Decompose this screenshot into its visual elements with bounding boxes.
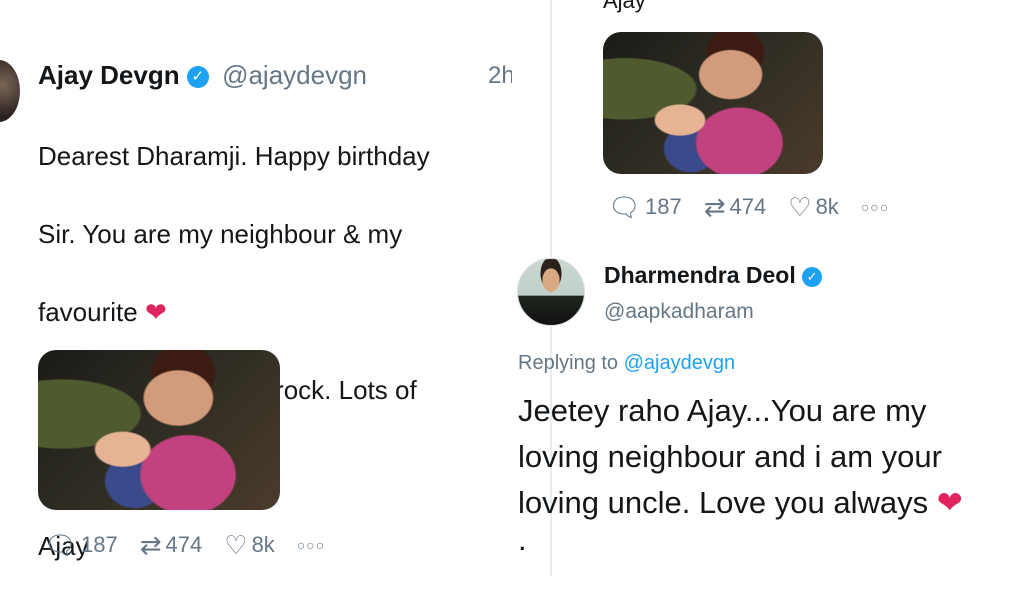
tweet-photo[interactable] bbox=[38, 350, 280, 510]
heart-emoji: ❤ bbox=[144, 297, 167, 327]
like-button[interactable]: ♡ 8k bbox=[788, 194, 839, 220]
reply-button[interactable]: 🗨︎ 187 bbox=[608, 194, 682, 220]
like-count: 8k bbox=[251, 532, 275, 557]
like-icon: ♡ bbox=[224, 530, 248, 560]
reply-header: Dharmendra Deol ✓ bbox=[604, 262, 823, 289]
more-button[interactable]: ○○○ bbox=[297, 537, 325, 553]
avatar[interactable] bbox=[517, 258, 585, 326]
retweet-icon: ⇄ bbox=[703, 192, 726, 222]
verified-icon: ✓ bbox=[802, 266, 823, 287]
more-icon: ○○○ bbox=[296, 537, 326, 553]
reply-count: 187 bbox=[81, 532, 118, 557]
tweet-line-text: favourite bbox=[38, 297, 138, 327]
retweet-button[interactable]: ⇄ 474 bbox=[704, 194, 767, 220]
reply-line: . bbox=[518, 522, 527, 557]
replying-to-handle[interactable]: @ajaydevgn bbox=[624, 352, 735, 374]
verified-icon: ✓ bbox=[186, 66, 209, 89]
reply-text: Jeetey raho Ajay...You are my loving nei… bbox=[518, 388, 1024, 557]
tweet-line: favourite ❤ bbox=[38, 293, 528, 332]
tweet-actions: 🗨︎ 187 ⇄ 474 ♡ 8k ○○○ bbox=[608, 194, 911, 220]
retweet-button[interactable]: ⇄ 474 bbox=[140, 532, 203, 558]
replying-to-label: Replying to bbox=[518, 352, 619, 374]
reply-icon: 🗨︎ bbox=[608, 192, 642, 222]
reply-button[interactable]: 🗨︎ 187 bbox=[44, 532, 118, 558]
author-handle[interactable]: @ajaydevgn bbox=[222, 60, 367, 90]
tweet-photo[interactable] bbox=[603, 32, 823, 174]
retweet-count: 474 bbox=[165, 532, 203, 557]
reply-line: loving uncle. Love you always ❤ bbox=[518, 480, 1024, 526]
tweet-line: Sir. You are my neighbour & my bbox=[38, 219, 403, 249]
reply-line: Jeetey raho Ajay...You are my bbox=[518, 393, 927, 428]
reply-line: loving neighbour and i am your bbox=[518, 439, 942, 474]
tweet-line: Dearest Dharamji. Happy birthday bbox=[38, 141, 430, 171]
replying-to: Replying to @ajaydevgn bbox=[518, 352, 735, 375]
avatar[interactable] bbox=[0, 60, 20, 122]
reply-icon: 🗨︎ bbox=[44, 530, 78, 560]
more-icon: ○○○ bbox=[860, 199, 890, 215]
more-button[interactable]: ○○○ bbox=[861, 199, 889, 215]
like-count: 8k bbox=[815, 194, 839, 219]
reply-count: 187 bbox=[645, 194, 682, 219]
tweet-timestamp[interactable]: 2h bbox=[488, 62, 512, 90]
heart-emoji: ❤ bbox=[936, 485, 963, 520]
author-name[interactable]: Ajay Devgn bbox=[38, 60, 180, 90]
author-name[interactable]: Dharmendra Deol bbox=[604, 262, 796, 288]
tweet-header: Ajay Devgn ✓ @ajaydevgn bbox=[38, 60, 367, 91]
retweet-count: 474 bbox=[729, 194, 767, 219]
like-icon: ♡ bbox=[788, 192, 812, 222]
author-handle[interactable]: @aapkadharam bbox=[604, 300, 754, 324]
like-button[interactable]: ♡ 8k bbox=[224, 532, 275, 558]
tweet-actions: 🗨︎ 187 ⇄ 474 ♡ 8k ○○○ bbox=[44, 532, 347, 558]
retweet-icon: ⇄ bbox=[139, 530, 162, 560]
tweet-text-fragment: Ajay bbox=[603, 0, 646, 13]
reply-line-text: loving uncle. Love you always bbox=[518, 485, 929, 520]
